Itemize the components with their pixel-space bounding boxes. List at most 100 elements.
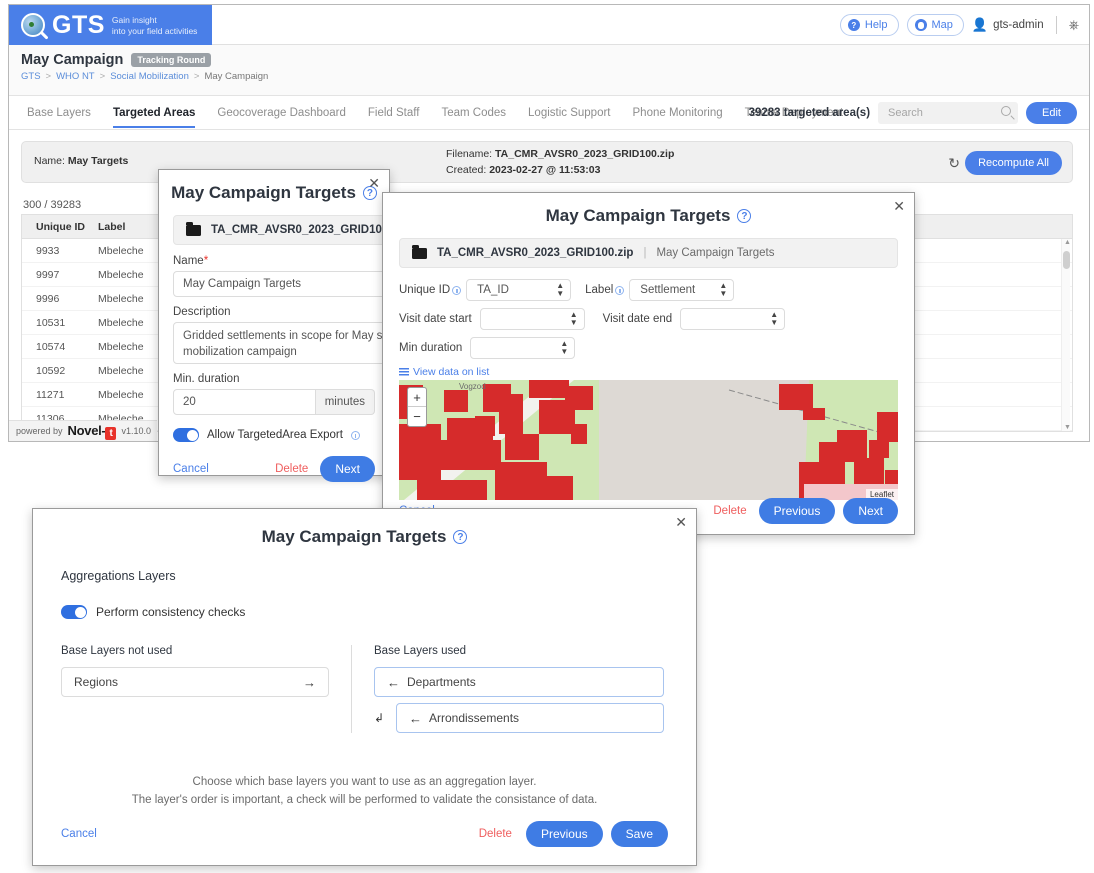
cancel-button[interactable]: Cancel [61, 828, 97, 840]
refresh-icon[interactable]: ↻ [948, 155, 960, 172]
tab-targeted-areas[interactable]: Targeted Areas [112, 96, 196, 130]
zoom-out-button[interactable]: − [408, 407, 426, 426]
scroll-down-icon[interactable]: ▼ [1064, 424, 1071, 431]
cell-unique-id: 11271 [36, 388, 65, 401]
map-zoom-control[interactable]: + − [407, 387, 427, 427]
scrollbar-thumb[interactable] [1063, 251, 1070, 269]
info-icon[interactable] [615, 285, 625, 295]
consistency-checks-toggle[interactable] [61, 605, 87, 619]
power-icon[interactable]: ⎈ [1069, 17, 1079, 33]
allow-export-label: Allow TargetedArea Export [207, 429, 343, 441]
previous-button[interactable]: Previous [758, 498, 836, 524]
min-duration-label: Min. duration [173, 373, 240, 385]
save-button[interactable]: Save [610, 821, 668, 847]
search-icon [1001, 106, 1012, 116]
dialog-title: May Campaign Targets [261, 527, 447, 546]
page-header: May Campaign Tracking Round GTS > WHO NT… [9, 45, 1089, 96]
help-icon[interactable]: ? [737, 209, 752, 223]
layer-name: Departments [407, 675, 476, 689]
column-divider [351, 645, 352, 733]
zoom-in-button[interactable]: + [408, 388, 426, 407]
min-duration-select[interactable]: ▲ ▼ [470, 337, 576, 359]
help-icon[interactable]: ? [453, 530, 468, 544]
info-icon[interactable] [452, 285, 462, 295]
min-duration-field[interactable]: 20 [173, 389, 316, 415]
label-select[interactable]: Settlement ▲ ▼ [629, 279, 735, 301]
breadcrumb-sep: > [99, 71, 106, 82]
brand-tagline-1: Gain insight [111, 15, 157, 25]
tab-team-codes[interactable]: Team Codes [441, 96, 506, 130]
help-button[interactable]: ? Help [839, 14, 899, 36]
visit-date-end-select[interactable]: ▲ ▼ [680, 308, 786, 330]
previous-button[interactable]: Previous [525, 821, 603, 847]
visit-date-start-select[interactable]: ▲ ▼ [479, 308, 585, 330]
layer-item-not-used[interactable]: Regions → [61, 667, 329, 697]
breadcrumb-item-1[interactable]: WHO NT [56, 71, 95, 82]
delete-button[interactable]: Delete [275, 463, 308, 475]
targets-dialog-step2: ✕ May Campaign Targets ? TA_CMR_AVSR0_20… [382, 192, 915, 535]
powered-by-label: powered by [16, 426, 63, 436]
next-button[interactable]: Next [320, 456, 375, 482]
tab-field-staff[interactable]: Field Staff [368, 96, 420, 130]
targets-dialog-step1: ✕ May Campaign Targets ? TA_CMR_AVSR0_20… [158, 169, 453, 482]
status-badge: Tracking Round [131, 53, 212, 67]
layer-item-used-1[interactable]: ← Arrondissements [396, 703, 664, 733]
arrow-left-icon[interactable]: ← [387, 675, 400, 690]
breadcrumb-sep: > [45, 71, 52, 82]
map-button[interactable]: Map [906, 14, 964, 36]
divider [1055, 16, 1057, 34]
app-footer: powered by Novel-t v1.10.0 [9, 420, 157, 441]
brand-tagline-2: into your field activities [111, 26, 198, 36]
recompute-all-button[interactable]: Recompute All [965, 151, 1062, 175]
dialog-title: May Campaign Targets [545, 206, 731, 225]
cell-unique-id: 9997 [36, 268, 60, 281]
next-button[interactable]: Next [843, 498, 898, 524]
edit-button[interactable]: Edit [1026, 102, 1077, 124]
info-icon[interactable] [350, 430, 360, 440]
dialog-title-row: May Campaign Targets ? [159, 183, 389, 203]
delete-button[interactable]: Delete [479, 828, 512, 840]
arrow-left-icon[interactable]: ← [409, 711, 422, 726]
brand-logo-area[interactable]: GTS Gain insight into your field activit… [9, 5, 212, 45]
targets-map[interactable]: Vogzod + − Leaflet [399, 380, 898, 500]
tab-phone-monitoring[interactable]: Phone Monitoring [633, 96, 723, 130]
cancel-button[interactable]: Cancel [173, 463, 209, 475]
description-label: Description [173, 306, 231, 318]
app-version: v1.10.0 [121, 426, 151, 436]
table-scrollbar[interactable]: ▲ ▼ [1061, 239, 1071, 431]
description-value: Gridded settlements in scope for May soc… [183, 330, 407, 358]
dialog-title-row: May Campaign Targets ? [33, 527, 696, 547]
chevron-updown-icon: ▲ ▼ [770, 310, 779, 327]
search-box[interactable] [878, 102, 1019, 124]
vendor-logo: Novel-t [68, 423, 117, 440]
close-icon[interactable]: ✕ [893, 199, 905, 213]
list-icon [399, 368, 409, 376]
close-icon[interactable]: ✕ [368, 176, 380, 190]
view-data-on-list-link[interactable]: View data on list [399, 366, 898, 378]
tab-geocoverage-dashboard[interactable]: Geocoverage Dashboard [217, 96, 346, 130]
delete-button[interactable]: Delete [713, 505, 746, 517]
chevron-updown-icon: ▲ ▼ [719, 281, 728, 298]
tab-bar: Base Layers Targeted Areas Geocoverage D… [9, 96, 1089, 130]
close-icon[interactable]: ✕ [675, 515, 687, 529]
layer-name: Arrondissements [429, 711, 520, 725]
user-menu[interactable]: 👤 gts-admin [972, 17, 1044, 33]
search-input[interactable] [886, 106, 997, 120]
breadcrumb-item-2[interactable]: Social Mobilization [110, 71, 189, 82]
cell-unique-id: 9996 [36, 292, 60, 305]
visit-date-start-label: Visit date start [399, 313, 472, 325]
unique-id-value: TA_ID [477, 284, 509, 296]
tab-base-layers[interactable]: Base Layers [27, 96, 91, 130]
tab-logistic-support[interactable]: Logistic Support [528, 96, 610, 130]
layer-item-used-0[interactable]: ← Departments [374, 667, 664, 697]
arrow-right-icon[interactable]: → [303, 675, 316, 690]
unique-id-select[interactable]: TA_ID ▲ ▼ [466, 279, 572, 301]
file-name: TA_CMR_AVSR0_2023_GRID100.zip [211, 224, 408, 236]
scroll-up-icon[interactable]: ▲ [1064, 239, 1071, 246]
allow-export-toggle[interactable] [173, 428, 199, 442]
breadcrumb-item-0[interactable]: GTS [21, 71, 41, 82]
globe-icon [914, 19, 927, 31]
breadcrumb: GTS > WHO NT > Social Mobilization > May… [21, 71, 1089, 82]
base-layers-not-used-title: Base Layers not used [61, 645, 173, 657]
cell-unique-id: 10574 [36, 340, 66, 353]
